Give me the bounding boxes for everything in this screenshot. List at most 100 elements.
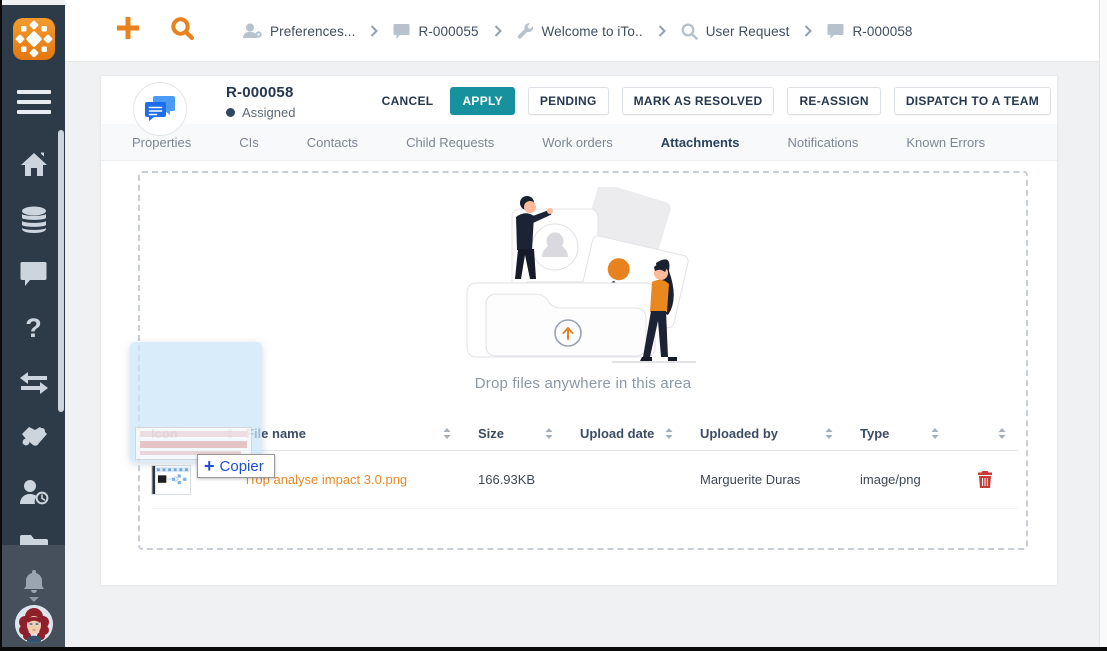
tab-known-errors[interactable]: Known Errors — [906, 135, 985, 150]
apply-button[interactable]: APPLY — [450, 87, 514, 115]
file-drop-area[interactable]: Drop files anywhere in this area Icon Fi… — [138, 171, 1028, 550]
column-header-actions[interactable] — [951, 428, 1018, 439]
drag-copy-badge: + Copier — [197, 454, 275, 478]
plus-icon: + — [204, 457, 215, 475]
tab-work-orders[interactable]: Work orders — [542, 135, 613, 150]
tab-cis[interactable]: CIs — [239, 135, 259, 150]
ticket-class-medallion — [133, 82, 187, 136]
cancel-button[interactable]: CANCEL — [378, 88, 438, 114]
sort-icon — [998, 428, 1006, 439]
tab-attachments[interactable]: Attachments — [661, 135, 740, 150]
search-icon — [170, 16, 195, 41]
drag-ghost-preview — [130, 342, 262, 462]
tab-bar: Properties CIs Contacts Child Requests W… — [101, 124, 1057, 161]
sort-icon — [825, 428, 833, 439]
column-header-uploaded-by[interactable]: Uploaded by — [685, 426, 845, 441]
window-bottom-edge — [0, 647, 1107, 651]
breadcrumb-label: R-000058 — [852, 24, 912, 39]
wrench-icon — [517, 23, 534, 40]
topbar: Preferences... R-000055 Welcome to iTo..… — [65, 0, 1099, 62]
sidebar: ? — [2, 5, 65, 647]
chat-bubble-icon — [827, 24, 844, 39]
sort-icon — [665, 428, 673, 439]
sidebar-item-home[interactable] — [2, 148, 65, 182]
table-row: iTop analyse impact 3.0.png 166.93KB Mar… — [151, 451, 1018, 509]
chevron-right-icon — [804, 25, 812, 37]
sidebar-item-services[interactable] — [2, 420, 65, 454]
status-label: Assigned — [242, 105, 295, 120]
breadcrumb-label: User Request — [706, 24, 790, 39]
itop-window: ? — [0, 0, 1107, 651]
tab-notifications[interactable]: Notifications — [788, 135, 859, 150]
user-clock-icon — [19, 479, 49, 505]
ticket-actions: CANCEL APPLY PENDING MARK AS RESOLVED RE… — [378, 87, 1051, 115]
tab-contacts[interactable]: Contacts — [307, 135, 358, 150]
delete-attachment-button[interactable] — [978, 471, 992, 488]
handshake-icon — [19, 425, 49, 449]
attachments-table-header: Icon File name Size Upload date — [151, 426, 1018, 451]
plus-icon — [115, 15, 141, 41]
breadcrumb-item-r000055[interactable]: R-000055 — [393, 24, 478, 39]
new-object-button[interactable] — [115, 15, 141, 46]
menu-toggle-icon[interactable] — [17, 90, 51, 120]
itop-logo-icon[interactable] — [13, 18, 55, 60]
re-assign-button[interactable]: RE-ASSIGN — [787, 87, 880, 115]
breadcrumb: Preferences... R-000055 Welcome to iTo..… — [243, 0, 913, 62]
sidebar-item-user-time[interactable] — [2, 475, 65, 509]
ticket-panel: R-000058 Assigned CANCEL APPLY PENDING M… — [100, 75, 1058, 585]
chat-bubble-icon — [393, 24, 410, 39]
sidebar-item-requests[interactable] — [2, 257, 65, 291]
search-icon — [681, 23, 698, 40]
column-header-size[interactable]: Size — [463, 426, 565, 441]
tab-child-requests[interactable]: Child Requests — [406, 135, 494, 150]
breadcrumb-item-welcome[interactable]: Welcome to iTo.. — [517, 23, 643, 40]
breadcrumb-item-user-request[interactable]: User Request — [681, 23, 790, 40]
page-scrollbar[interactable] — [1099, 0, 1107, 647]
sort-icon — [443, 428, 451, 439]
column-header-upload-date[interactable]: Upload date — [565, 426, 685, 441]
global-search-button[interactable] — [170, 16, 195, 46]
chevron-right-icon — [658, 25, 666, 37]
database-icon — [21, 206, 47, 233]
tab-properties[interactable]: Properties — [132, 135, 191, 150]
notifications-button[interactable] — [2, 565, 65, 599]
chevron-right-icon — [494, 25, 502, 37]
pending-button[interactable]: PENDING — [528, 87, 609, 115]
breadcrumb-label: Preferences... — [270, 24, 355, 39]
copy-badge-label: Copier — [220, 458, 264, 475]
question-mark-icon: ? — [25, 313, 42, 344]
ticket-id: R-000058 — [226, 84, 293, 101]
breadcrumb-item-r000058[interactable]: R-000058 — [827, 24, 912, 39]
attachments-table: Icon File name Size Upload date — [151, 426, 1018, 509]
attachment-thumbnail-image — [151, 465, 191, 495]
user-request-chat-icon — [144, 95, 176, 123]
ticket-header: R-000058 Assigned CANCEL APPLY PENDING M… — [101, 76, 1057, 124]
dispatch-to-a-team-button[interactable]: DISPATCH TO A TEAM — [894, 87, 1051, 115]
column-header-file-name[interactable]: File name — [246, 426, 463, 441]
sidebar-scrollbar[interactable] — [58, 130, 64, 412]
mark-as-resolved-button[interactable]: MARK AS RESOLVED — [622, 87, 775, 115]
sort-icon — [931, 428, 939, 439]
column-header-type[interactable]: Type — [845, 426, 951, 441]
attachment-type: image/png — [845, 472, 951, 487]
attachment-uploaded-by: Marguerite Duras — [685, 472, 845, 487]
sidebar-item-help[interactable]: ? — [2, 311, 65, 345]
chevron-right-icon — [370, 25, 378, 37]
attachment-size: 166.93KB — [463, 472, 565, 487]
window-left-edge — [0, 0, 2, 651]
sort-icon — [545, 428, 553, 439]
user-avatar[interactable] — [15, 605, 53, 643]
ticket-status: Assigned — [226, 105, 295, 120]
upload-illustration — [464, 187, 702, 373]
breadcrumb-label: R-000055 — [418, 24, 478, 39]
trash-icon — [978, 471, 992, 488]
sidebar-item-data[interactable] — [2, 202, 65, 236]
chat-bubble-icon — [20, 261, 47, 287]
home-icon — [20, 152, 48, 178]
breadcrumb-item-preferences[interactable]: Preferences... — [243, 23, 355, 39]
user-preferences-icon — [243, 23, 262, 39]
bell-icon — [21, 569, 47, 595]
avatar-image — [15, 605, 53, 643]
swap-arrows-icon — [19, 372, 49, 394]
sidebar-item-transfer[interactable] — [2, 366, 65, 400]
